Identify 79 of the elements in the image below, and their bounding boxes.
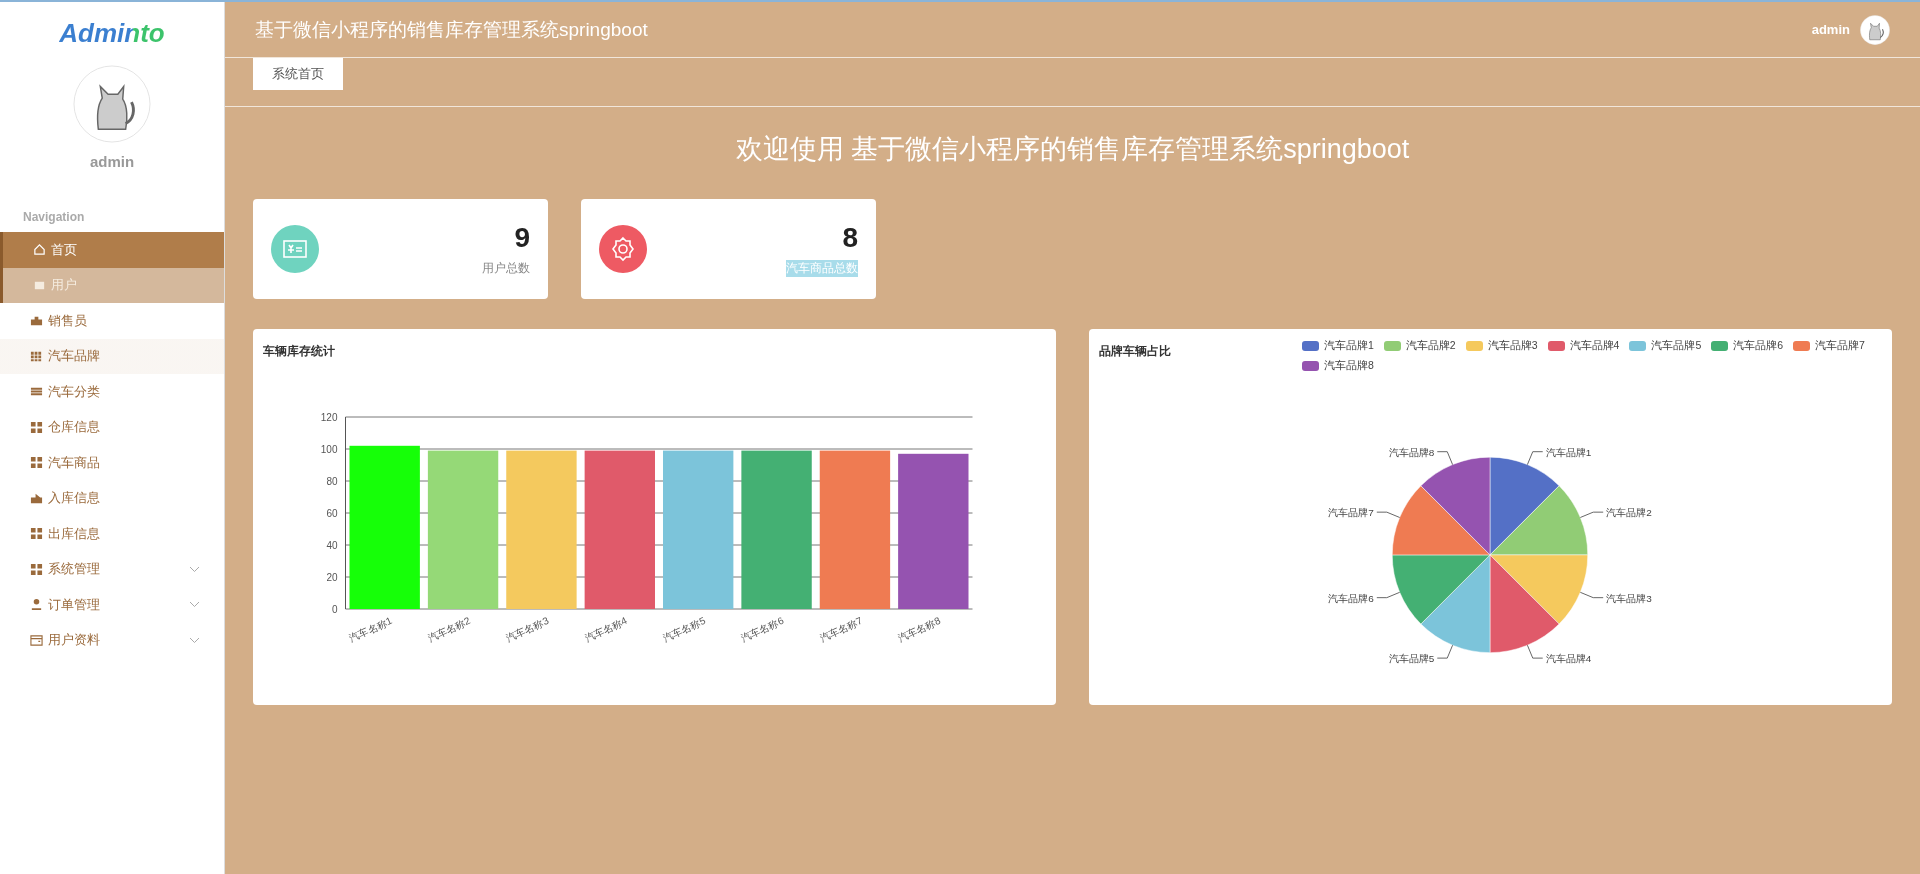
legend-label: 汽车品牌6 bbox=[1733, 339, 1784, 353]
leader-line bbox=[1376, 511, 1401, 518]
grid-icon bbox=[30, 527, 43, 541]
home-icon bbox=[33, 243, 46, 257]
window-icon bbox=[30, 633, 43, 647]
slice-label: 汽车品牌4 bbox=[1545, 653, 1592, 665]
legend-item[interactable]: 汽车品牌7 bbox=[1793, 339, 1865, 353]
legend-swatch bbox=[1465, 341, 1483, 351]
user-icon bbox=[30, 598, 43, 612]
legend-item[interactable]: 汽车品牌8 bbox=[1302, 359, 1374, 373]
legend-swatch bbox=[1302, 361, 1319, 371]
axis-label: 汽车名称5 bbox=[661, 614, 708, 645]
leader-line bbox=[1526, 644, 1544, 659]
stat-label: 用户总数 bbox=[482, 259, 530, 277]
welcome-heading: 欢迎使用 基于微信小程序的销售库存管理系统springboot bbox=[734, 133, 1411, 166]
legend-item[interactable]: 汽车品牌4 bbox=[1547, 339, 1620, 353]
slice-label: 汽车品牌2 bbox=[1606, 507, 1652, 519]
briefcase-icon bbox=[30, 314, 43, 328]
nav-heading: Navigation bbox=[23, 210, 86, 224]
leader-line bbox=[1436, 451, 1454, 466]
app-title: 基于微信小程序的销售库存管理系统springboot bbox=[255, 17, 648, 42]
axis-label: 100 bbox=[320, 444, 338, 455]
axis-label: 40 bbox=[326, 540, 338, 551]
legend-swatch bbox=[1711, 341, 1729, 351]
axis-label: 0 bbox=[331, 604, 338, 615]
axis-label: 汽车名称6 bbox=[739, 614, 786, 645]
legend-label: 汽车品牌3 bbox=[1487, 339, 1538, 353]
sidebar-username: admin bbox=[89, 153, 135, 170]
nav-item[interactable]: 汽车品牌 bbox=[0, 338, 224, 374]
legend-item[interactable]: 汽车品牌5 bbox=[1629, 339, 1702, 353]
grid-icon bbox=[30, 456, 43, 470]
leader-line bbox=[1579, 511, 1604, 518]
axis-label: 汽车名称8 bbox=[896, 614, 943, 645]
stat-value: 9 bbox=[514, 221, 530, 254]
legend-label: 汽车品牌1 bbox=[1324, 339, 1374, 353]
slice-label: 汽车品牌7 bbox=[1328, 507, 1374, 519]
chart-title: 品牌车辆占比 bbox=[1099, 343, 1171, 360]
slice-label: 汽车品牌1 bbox=[1545, 446, 1592, 458]
legend-swatch bbox=[1629, 341, 1647, 351]
axis-label: 汽车名称1 bbox=[347, 614, 394, 645]
legend-label: 汽车品牌7 bbox=[1815, 339, 1865, 353]
leader-line bbox=[1526, 451, 1544, 466]
axis-label: 20 bbox=[326, 572, 338, 583]
axis-label: 120 bbox=[320, 412, 338, 423]
tab[interactable]: 系统首页 bbox=[253, 58, 343, 90]
grid-icon bbox=[30, 562, 43, 576]
legend-item[interactable]: 汽车品牌3 bbox=[1465, 339, 1538, 353]
avatar-icon bbox=[1860, 14, 1890, 45]
legend-swatch bbox=[1547, 341, 1565, 351]
legend-swatch bbox=[1793, 341, 1811, 351]
leader-line bbox=[1579, 591, 1604, 599]
slice-label: 汽车品牌6 bbox=[1328, 592, 1374, 604]
axis-label: 汽车名称2 bbox=[425, 614, 472, 645]
nav-item[interactable]: 首页 bbox=[0, 232, 224, 268]
leader-line bbox=[1436, 644, 1454, 659]
legend-item[interactable]: 汽车品牌6 bbox=[1711, 339, 1784, 353]
slice-label: 汽车品牌3 bbox=[1606, 592, 1652, 604]
axis-label: 汽车名称7 bbox=[817, 614, 864, 645]
legend-label: 汽车品牌5 bbox=[1651, 339, 1702, 353]
axis-label: 汽车名称4 bbox=[582, 614, 629, 645]
slice-label: 汽车品牌8 bbox=[1388, 446, 1435, 458]
leader-line bbox=[1376, 591, 1401, 599]
slice-label: 汽车品牌5 bbox=[1388, 653, 1435, 665]
grid-icon bbox=[30, 420, 43, 434]
legend-item[interactable]: 汽车品牌2 bbox=[1383, 339, 1456, 353]
axis-label: 汽车名称3 bbox=[504, 614, 551, 645]
legend-label: 汽车品牌2 bbox=[1405, 339, 1456, 353]
legend-label: 汽车品牌8 bbox=[1324, 359, 1374, 373]
chart-title: 车辆库存统计 bbox=[263, 343, 335, 360]
grid-icon bbox=[30, 349, 43, 363]
axis-label: 60 bbox=[326, 508, 338, 519]
legend-swatch bbox=[1302, 341, 1319, 351]
axis-label: 80 bbox=[326, 476, 338, 487]
legend-swatch bbox=[1383, 341, 1401, 351]
stat-label: 汽车商品总数 bbox=[786, 259, 858, 277]
legend-item[interactable]: 汽车品牌1 bbox=[1302, 339, 1374, 353]
stat-value: 8 bbox=[842, 221, 858, 254]
legend-label: 汽车品牌4 bbox=[1569, 339, 1620, 353]
avatar-icon bbox=[73, 65, 151, 143]
